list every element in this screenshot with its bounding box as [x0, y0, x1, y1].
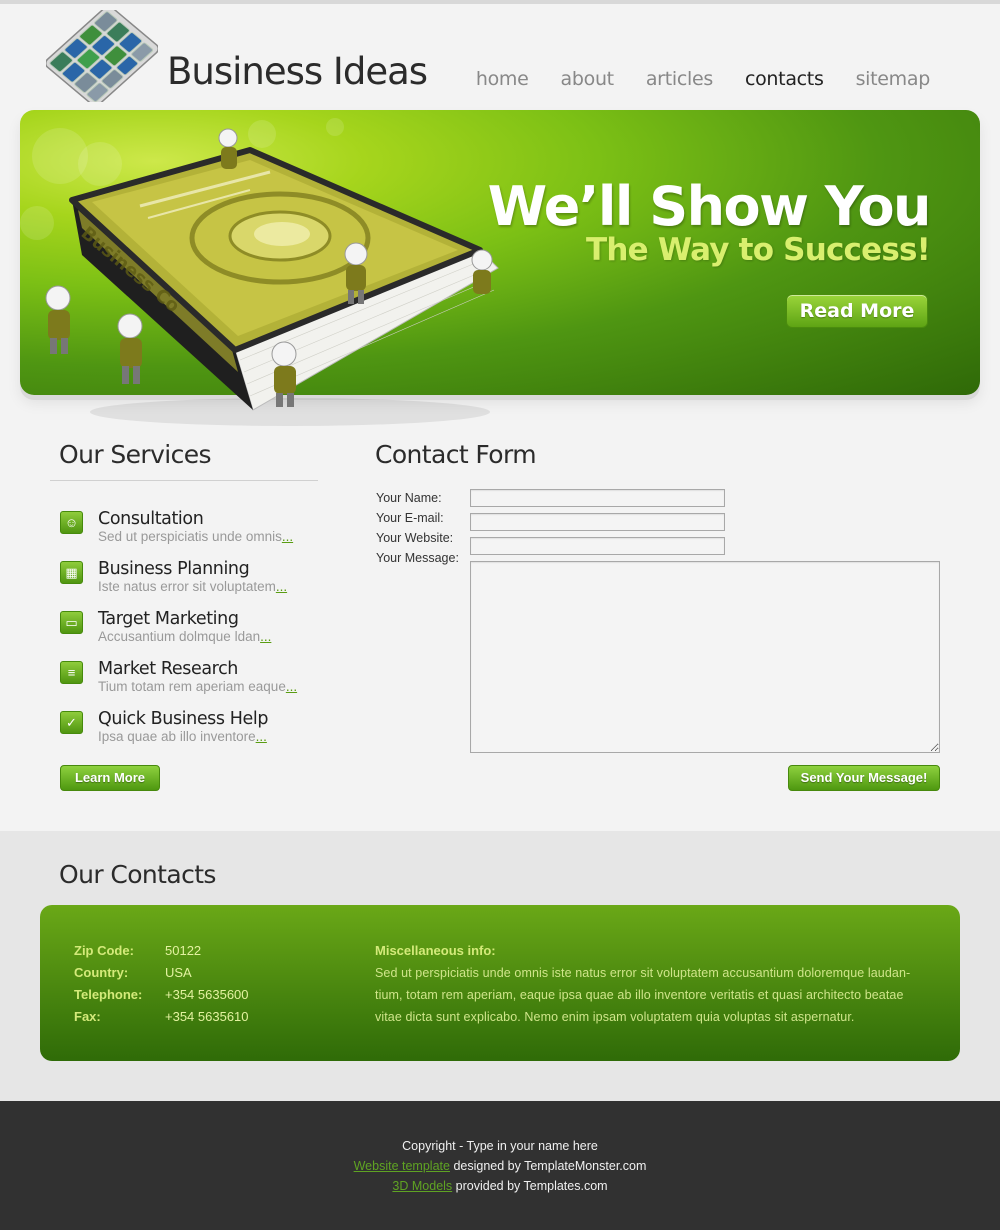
service-desc: Ipsa quae ab illo inventore...: [98, 729, 267, 744]
misc-info-line: vitae dicta sunt explicabo. Nemo enim ip…: [375, 1010, 855, 1024]
website-template-link[interactable]: Website template: [354, 1159, 450, 1173]
person-icon: ☺: [60, 511, 83, 534]
footer: Copyright - Type in your name here Websi…: [0, 1101, 1000, 1230]
service-desc: Iste natus error sit voluptatem...: [98, 579, 288, 594]
fax-value: +354 5635610: [165, 1009, 249, 1024]
top-border: [0, 0, 1000, 4]
email-field[interactable]: [470, 513, 725, 531]
misc-info-title: Miscellaneous info:: [375, 943, 496, 958]
misc-info-line: tium, totam rem aperiam, eaque ipsa quae…: [375, 988, 904, 1002]
nav-contacts[interactable]: contacts: [745, 68, 824, 90]
website-field[interactable]: [470, 537, 725, 555]
name-field[interactable]: [470, 489, 725, 507]
main-nav: home about articles contacts sitemap: [476, 68, 930, 90]
message-field[interactable]: [470, 561, 940, 753]
monitor-icon: ▭: [60, 611, 83, 634]
models-credit: 3D Models provided by Templates.com: [392, 1179, 608, 1193]
service-item: ☺ Consultation Sed ut perspiciatis unde …: [60, 509, 320, 549]
service-title: Quick Business Help: [98, 709, 269, 729]
services-divider: [50, 480, 318, 481]
service-more-link[interactable]: ...: [286, 679, 297, 694]
nav-about[interactable]: about: [561, 68, 615, 90]
service-desc: Sed ut perspiciatis unde omnis...: [98, 529, 294, 544]
contacts-title: Our Contacts: [59, 860, 216, 889]
copyright-text: Copyright - Type in your name here: [402, 1139, 598, 1153]
hero-title: We’ll Show You: [487, 175, 932, 238]
figure-decoration: [45, 285, 71, 354]
service-desc: Accusantium dolmque ldan...: [98, 629, 272, 644]
services-title: Our Services: [59, 440, 212, 469]
send-message-button[interactable]: Send Your Message!: [788, 765, 940, 791]
service-more-link[interactable]: ...: [282, 529, 293, 544]
service-item: ≡ Market Research Tium totam rem aperiam…: [60, 659, 320, 699]
country-label: Country:: [74, 965, 129, 980]
hero-headline: We’ll Show You The Way to Success!: [487, 175, 932, 268]
zip-value: 50122: [165, 943, 202, 958]
book-illustration: Business Co: [45, 128, 499, 426]
country-value: USA: [165, 965, 192, 980]
template-credit: Website template designed by TemplateMon…: [353, 1159, 647, 1173]
service-title: Business Planning: [98, 559, 250, 579]
service-title: Target Marketing: [98, 609, 239, 629]
misc-info-text: Sed ut perspiciatis unde omnis iste natu…: [375, 962, 935, 1028]
3d-models-link[interactable]: 3D Models: [392, 1179, 452, 1193]
logo-icon: [46, 10, 158, 102]
name-label: Your Name:: [376, 491, 442, 505]
nav-articles[interactable]: articles: [646, 68, 713, 90]
read-more-button[interactable]: Read More: [786, 294, 928, 328]
email-label: Your E-mail:: [376, 511, 444, 525]
service-title: Market Research: [98, 659, 238, 679]
service-item: ▦ Business Planning Iste natus error sit…: [60, 559, 320, 599]
calendar-icon: ▦: [60, 561, 83, 584]
service-item: ✓ Quick Business Help Ipsa quae ab illo …: [60, 709, 320, 749]
zip-label: Zip Code:: [74, 943, 134, 958]
nav-sitemap[interactable]: sitemap: [856, 68, 931, 90]
brand-name: Business Ideas: [167, 50, 428, 93]
contact-form-title: Contact Form: [375, 440, 537, 469]
fax-label: Fax:: [74, 1009, 101, 1024]
service-item: ▭ Target Marketing Accusantium dolmque l…: [60, 609, 320, 649]
website-label: Your Website:: [376, 531, 454, 545]
service-desc: Tium totam rem aperiam eaque...: [98, 679, 298, 694]
service-more-link[interactable]: ...: [260, 629, 271, 644]
message-label: Your Message:: [376, 551, 459, 565]
nav-home[interactable]: home: [476, 68, 529, 90]
document-icon: ≡: [60, 661, 83, 684]
handshake-icon: ✓: [60, 711, 83, 734]
telephone-label: Telephone:: [74, 987, 143, 1002]
misc-info-line: Sed ut perspiciatis unde omnis iste natu…: [375, 966, 911, 980]
learn-more-button[interactable]: Learn More: [60, 765, 160, 791]
telephone-value: +354 5635600: [165, 987, 249, 1002]
service-more-link[interactable]: ...: [256, 729, 267, 744]
service-more-link[interactable]: ...: [276, 579, 287, 594]
service-title: Consultation: [98, 509, 204, 529]
